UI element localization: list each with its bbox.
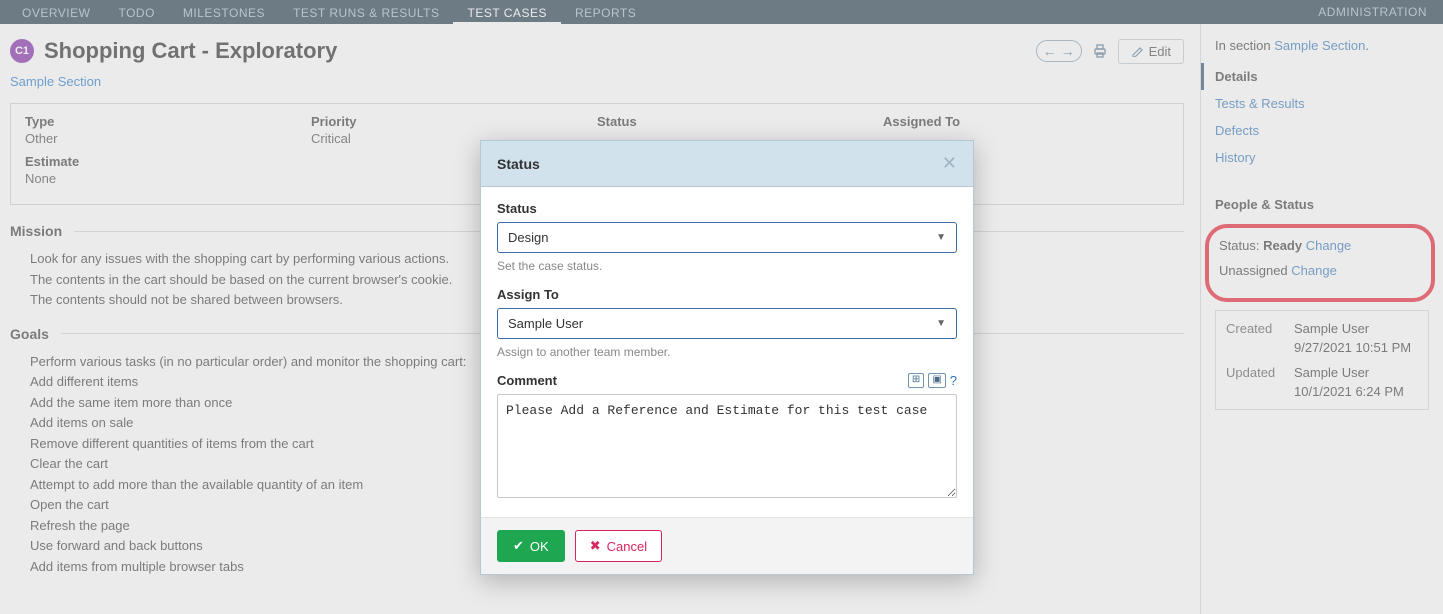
meta-box: Created Sample User 9/27/2021 10:51 PM U… [1215,310,1429,410]
assignee-value: Unassigned [1219,263,1288,278]
chevron-down-icon: ▼ [936,318,946,329]
prop-label: Type [25,114,311,129]
created-label: Created [1226,321,1294,336]
modal-title: Status [497,156,942,172]
assign-help: Assign to another team member. [497,345,957,359]
mission-heading: Mission [10,223,62,239]
updated-label: Updated [1226,365,1294,380]
cancel-label: Cancel [607,539,647,554]
nav-item-overview[interactable]: OVERVIEW [8,1,104,24]
side-tab-history[interactable]: History [1201,144,1443,171]
comment-textarea[interactable] [497,394,957,498]
status-label: Status: [1219,238,1263,253]
nav-item-test-runs-results[interactable]: TEST RUNS & RESULTS [279,1,453,24]
arrow-left-icon[interactable]: ← [1043,43,1057,59]
close-icon[interactable]: ✕ [942,153,957,174]
assign-select-value: Sample User [508,316,583,331]
breadcrumb: Sample Section [10,74,1184,89]
prop-value: Other [25,131,311,146]
created-at: 9/27/2021 10:51 PM [1294,340,1418,355]
nav-item-reports[interactable]: REPORTS [561,1,650,24]
prop-type: Type Other [25,114,311,146]
side-tab-defects[interactable]: Defects [1201,117,1443,144]
comment-label: Comment [497,373,557,388]
top-nav: OVERVIEWTODOMILESTONESTEST RUNS & RESULT… [0,0,1443,24]
side-tab-tests-results[interactable]: Tests & Results [1201,90,1443,117]
case-badge: C1 [10,39,34,63]
status-change-link[interactable]: Change [1306,238,1352,253]
status-field-label: Status [497,201,957,216]
status-select-value: Design [508,230,548,245]
in-section-link[interactable]: Sample Section [1274,38,1365,53]
people-status-heading: People & Status [1201,183,1443,220]
nav-item-test-cases[interactable]: TEST CASES [453,1,560,24]
edit-button[interactable]: Edit [1118,39,1184,64]
prop-label: Status [597,114,883,129]
table-icon[interactable]: ⊞ [908,373,924,388]
status-select[interactable]: Design ▼ [497,222,957,253]
breadcrumb-link[interactable]: Sample Section [10,74,101,89]
side-panel: In section Sample Section. DetailsTests … [1200,24,1443,614]
updated-user: Sample User [1294,365,1418,380]
status-modal: Status ✕ Status Design ▼ Set the case st… [480,140,974,575]
x-icon: ✖ [590,538,601,554]
nav-administration[interactable]: ADMINISTRATION [1318,5,1435,19]
highlight-annotation: Status: Ready Change Unassigned Change [1205,224,1435,302]
prop-label: Assigned To [883,114,1169,129]
prop-label: Priority [311,114,597,129]
arrow-right-icon[interactable]: → [1061,43,1075,59]
chevron-down-icon: ▼ [936,232,946,243]
nav-item-milestones[interactable]: MILESTONES [169,1,279,24]
side-tab-details[interactable]: Details [1201,63,1443,90]
check-icon: ✔ [513,538,524,554]
status-value: Ready [1263,238,1302,253]
in-section-label: In section [1215,38,1274,53]
print-icon[interactable] [1088,41,1112,61]
edit-button-label: Edit [1149,44,1171,59]
ok-label: OK [530,539,549,554]
assignee-change-link[interactable]: Change [1291,263,1337,278]
cancel-button[interactable]: ✖ Cancel [575,530,662,562]
help-icon[interactable]: ? [950,373,957,388]
page-title: Shopping Cart - Exploratory [44,38,1036,64]
assign-field-label: Assign To [497,287,957,302]
image-icon[interactable]: ▣ [928,373,945,388]
nav-item-todo[interactable]: TODO [104,1,168,24]
created-user: Sample User [1294,321,1418,336]
ok-button[interactable]: ✔ OK [497,530,565,562]
updated-at: 10/1/2021 6:24 PM [1294,384,1418,399]
prev-next-nav[interactable]: ← → [1036,40,1082,62]
assign-select[interactable]: Sample User ▼ [497,308,957,339]
goals-heading: Goals [10,326,49,342]
status-help: Set the case status. [497,259,957,273]
pencil-icon [1131,45,1143,57]
